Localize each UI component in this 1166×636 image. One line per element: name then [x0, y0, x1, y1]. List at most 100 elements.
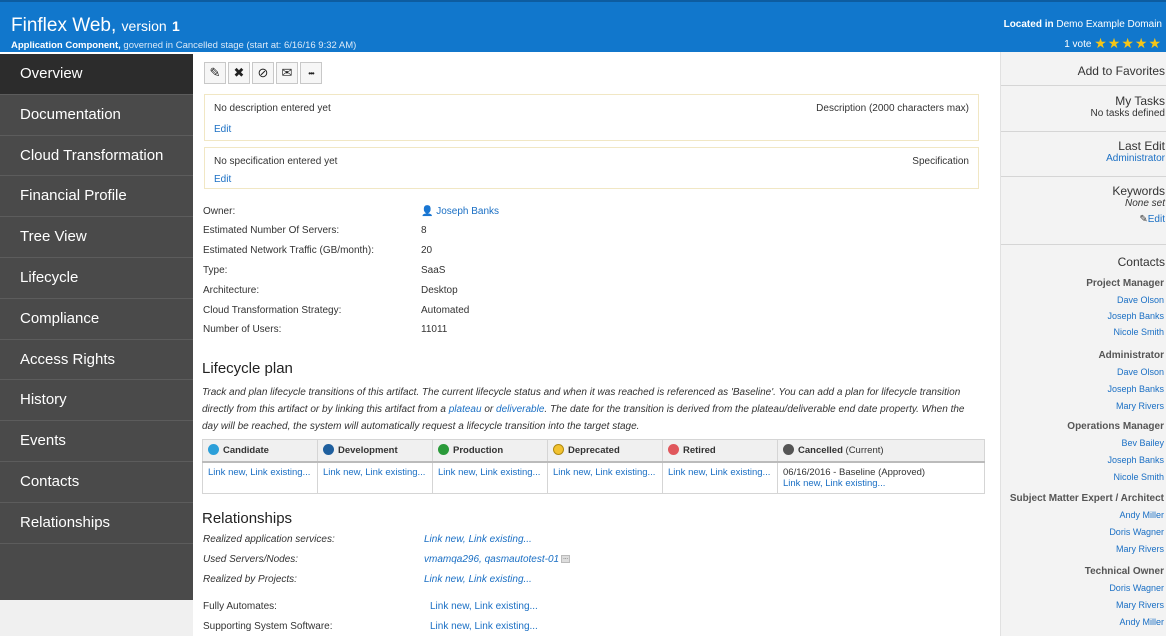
lifecycle-body-row: Link new, Link existing... Link new, Lin…	[202, 461, 985, 494]
property-value: SaaS	[421, 265, 446, 276]
sidebar-item-documentation[interactable]: Documentation	[0, 95, 193, 136]
contact-link[interactable]: Joseph Banks	[1107, 384, 1164, 394]
none-set-text: None set	[1124, 198, 1165, 209]
favorites-section: Add to Favorites	[1001, 64, 1166, 78]
no-tasks-text: No tasks defined	[1090, 108, 1166, 119]
sidebar-item-events[interactable]: Events	[0, 421, 193, 462]
my-tasks-title: My Tasks	[1115, 94, 1165, 108]
sidebar-item-overview[interactable]: Overview	[0, 54, 193, 95]
property-label: Cloud Transformation Strategy:	[203, 305, 342, 316]
version-label: version	[121, 18, 167, 34]
link-new-existing[interactable]: Link new, Link existing...	[668, 467, 770, 478]
location-prefix: Located in	[1003, 19, 1054, 30]
stage-cell: Link new, Link existing...	[432, 461, 548, 494]
link-new-existing[interactable]: Link new, Link existing...	[783, 478, 979, 489]
keywords-edit-link[interactable]: ✎Edit	[1001, 214, 1165, 225]
property-value: 11011	[421, 324, 448, 335]
servers-link[interactable]: vmamqa296, qasmautotest-01	[424, 554, 559, 565]
contact-link[interactable]: Andy Miller	[1119, 510, 1164, 520]
contact-link[interactable]: Mary Rivers	[1116, 600, 1164, 610]
lifecycle-heading: Lifecycle plan	[202, 360, 293, 377]
sidebar-item-lifecycle[interactable]: Lifecycle	[0, 258, 193, 299]
owner-link[interactable]: 👤 Joseph Banks	[421, 206, 499, 217]
description-edit-link[interactable]: Edit	[214, 124, 231, 135]
stage-cell: Link new, Link existing...	[662, 461, 778, 494]
link-new-existing[interactable]: Link new, Link existing...	[208, 467, 310, 478]
contact-link[interactable]: Mary Rivers	[1116, 544, 1164, 554]
property-value: Automated	[421, 305, 470, 316]
stage-name: Cancelled	[798, 445, 843, 457]
property-value: 20	[421, 245, 433, 256]
sidebar-item-history[interactable]: History	[0, 380, 193, 422]
stage-name: Retired	[683, 445, 716, 457]
more-icon[interactable]: ...	[561, 555, 571, 564]
stage-header-production: Production	[432, 439, 548, 463]
contact-link[interactable]: Bev Bailey	[1121, 438, 1164, 448]
stage-header-deprecated: Deprecated	[547, 439, 663, 463]
sidebar-item-financial-profile[interactable]: Financial Profile	[0, 176, 193, 218]
contact-link[interactable]: Mary Rivers	[1116, 401, 1164, 411]
main-content: ✎ ✖ ⊘ ✉ ••• No description entered yet D…	[193, 52, 990, 636]
baseline-text: 06/16/2016 - Baseline (Approved)	[783, 466, 926, 478]
add-to-favorites-link[interactable]: Add to Favorites	[1078, 64, 1165, 78]
sidebar-item-contacts[interactable]: Contacts	[0, 462, 193, 503]
sidebar-item-cloud-transformation[interactable]: Cloud Transformation	[0, 136, 193, 177]
relationship-link[interactable]: Link new, Link existing...	[424, 574, 532, 585]
specification-box: No specification entered yet Specificati…	[204, 147, 979, 189]
contact-role: Subject Matter Expert / Architect	[1009, 493, 1164, 504]
sidebar-item-tree-view[interactable]: Tree View	[0, 217, 193, 258]
contact-link[interactable]: Andy Miller	[1119, 617, 1164, 627]
owner-name: Joseph Banks	[436, 206, 500, 217]
compass-button[interactable]: ⊘	[252, 62, 274, 84]
contact-link[interactable]: Nicole Smith	[1113, 472, 1164, 482]
contact-role: Administrator	[1098, 350, 1164, 361]
contact-link[interactable]: Joseph Banks	[1107, 455, 1164, 465]
relationship-value: vmamqa296, qasmautotest-01...	[424, 554, 571, 565]
vote-count: 1 vote	[1064, 39, 1092, 50]
development-dot-icon	[323, 444, 334, 456]
link-new-existing[interactable]: Link new, Link existing...	[553, 467, 655, 478]
description-text: No description entered yet	[214, 103, 331, 114]
app-name: Finflex Web,	[11, 15, 117, 36]
mail-button[interactable]: ✉	[276, 62, 298, 84]
sidebar-item-relationships[interactable]: Relationships	[0, 503, 193, 544]
more-icon: •••	[308, 68, 314, 78]
delete-button[interactable]: ✖	[228, 62, 250, 84]
contact-link[interactable]: Joseph Banks	[1107, 311, 1164, 321]
contact-link[interactable]: Dave Olson	[1117, 295, 1164, 305]
last-edit-title: Last Edit	[1118, 139, 1165, 153]
stage-header-retired: Retired	[662, 439, 778, 463]
relationship-link[interactable]: Link new, Link existing...	[424, 534, 532, 545]
stage-name: Development	[338, 445, 398, 457]
plateau-link[interactable]: plateau	[449, 404, 482, 415]
contact-link[interactable]: Doris Wagner	[1109, 527, 1164, 537]
contact-link[interactable]: Nicole Smith	[1113, 327, 1164, 337]
version-number: 1	[171, 18, 180, 34]
relationship-link[interactable]: Link new, Link existing...	[430, 621, 538, 632]
stage-cell: 06/16/2016 - Baseline (Approved) Link new…	[777, 461, 985, 494]
sidebar-item-access-rights[interactable]: Access Rights	[0, 340, 193, 381]
sidebar-item-compliance[interactable]: Compliance	[0, 299, 193, 340]
contacts-section: Contacts	[1001, 255, 1166, 269]
star-rating-icon[interactable]: ★★★★★	[1094, 35, 1162, 51]
contact-link[interactable]: Dave Olson	[1117, 367, 1164, 377]
property-value: 8	[421, 225, 427, 236]
edit-label: Edit	[1147, 214, 1165, 225]
contact-link[interactable]: Doris Wagner	[1109, 583, 1164, 593]
location-link[interactable]: Demo Example Domain	[1056, 19, 1162, 30]
link-new-existing[interactable]: Link new, Link existing...	[438, 467, 540, 478]
deliverable-link[interactable]: deliverable	[496, 404, 544, 415]
deprecated-dot-icon	[553, 444, 564, 456]
link-new-existing[interactable]: Link new, Link existing...	[323, 467, 425, 478]
description-box: No description entered yet Description (…	[204, 94, 979, 141]
relationship-link[interactable]: Link new, Link existing...	[430, 601, 538, 612]
keywords-title: Keywords	[1112, 184, 1165, 198]
last-edit-user-link[interactable]: Administrator	[1001, 153, 1165, 164]
stage-name: Candidate	[223, 445, 269, 457]
last-edit-section: Last Edit Administrator	[1001, 139, 1166, 164]
lifecycle-table: Candidate Development Production Depreca…	[202, 439, 985, 494]
divider	[1001, 244, 1166, 245]
more-button[interactable]: •••	[300, 62, 322, 84]
edit-button[interactable]: ✎	[204, 62, 226, 84]
specification-edit-link[interactable]: Edit	[214, 174, 231, 185]
